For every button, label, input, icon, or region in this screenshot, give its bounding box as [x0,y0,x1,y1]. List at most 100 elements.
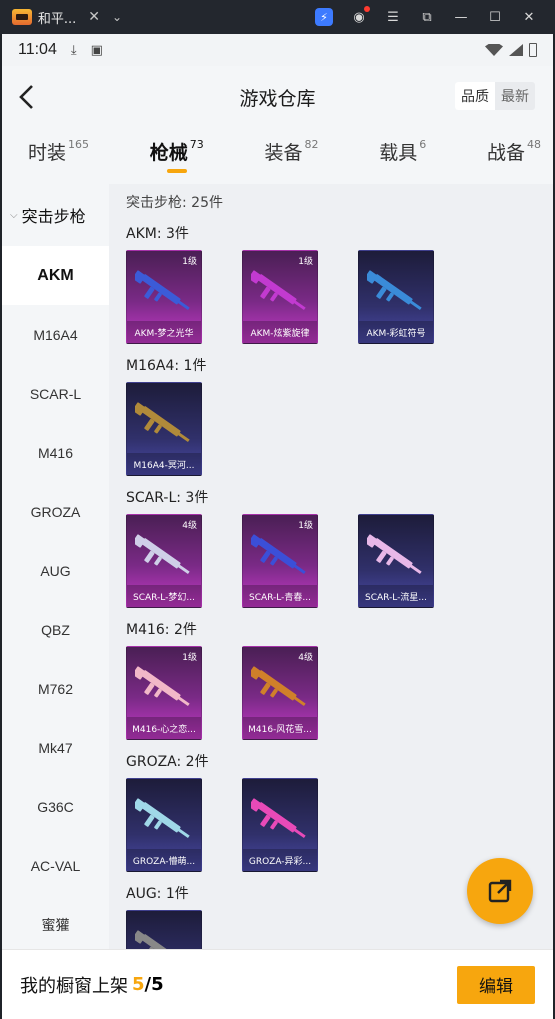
skin-card[interactable]: 1级 AKM-炫紫旋律 [242,250,318,344]
sidebar-item-ac-val[interactable]: AC-VAL [2,836,109,895]
sidebar-category[interactable]: ⌵ 突击步枪 [2,184,109,246]
tab-dropdown-icon[interactable]: ⌄ [112,10,122,24]
skin-card[interactable]: 1级 AKM-梦之光华 [126,250,202,344]
maximize-icon[interactable]: ☐ [487,9,503,25]
rifle-icon [251,534,306,575]
showcase-label: 我的橱窗上架 [20,975,128,997]
tab-label: 装备 [264,142,303,164]
phone-screen: 11:04 ⤓ ▣ 游戏仓库 品质 最新 时装 165 枪械 73 装备 82 载 [2,34,553,1019]
status-time: 11:04 [18,41,57,58]
skin-grid: M16A4-冥河... [119,378,553,484]
sidebar-item-aug[interactable]: AUG [2,541,109,600]
skin-card[interactable]: 4级 M416-风花雪... [242,646,318,740]
edit-button[interactable]: 编辑 [457,965,535,1004]
skin-level: 1级 [182,257,197,267]
skin-name: SCAR-L-流星... [359,585,433,607]
tab-label: 枪械 [149,142,188,164]
skin-level: 4级 [182,521,197,531]
showcase-current: 5 [132,974,145,995]
skin-card[interactable]: 1级 SCAR-L-青春... [242,514,318,608]
sidebar-item-akm[interactable]: AKM [2,246,109,305]
tab-fashion[interactable]: 时装 165 [28,138,89,165]
rifle-icon [135,402,190,443]
wifi-icon [485,44,503,56]
skin-name: AKM-梦之光华 [127,321,201,343]
tab-label: 战备 [486,142,525,164]
category-tabs: 时装 165 枪械 73 装备 82 载具 6 战备 48 [2,128,553,184]
sidebar-item-scar-l[interactable]: SCAR-L [2,364,109,423]
close-window-icon[interactable]: ✕ [521,9,537,25]
weapon-list: 突击步枪: 25件 AKM: 3件 1级 AKM-梦之光华 1级 AKM-炫紫旋律 AKM… [109,184,553,949]
sidebar-item-qbz[interactable]: QBZ [2,600,109,659]
tab-label: 载具 [379,142,418,164]
rifle-icon [135,798,190,839]
tab-guns[interactable]: 枪械 73 [150,138,204,173]
rifle-icon [251,798,306,839]
tab-vehicles[interactable]: 载具 6 [379,138,426,165]
skin-grid: 1级 AKM-梦之光华 1级 AKM-炫紫旋律 AKM-彩虹符号 [119,246,553,352]
sidebar-category-label: 突击步枪 [21,207,86,226]
tab-equipment[interactable]: 装备 82 [264,138,318,165]
tab-count: 6 [419,138,427,151]
skin-grid: 4级 SCAR-L-梦幻... 1级 SCAR-L-青春... SCAR-L-流星... [119,510,553,616]
status-bar: 11:04 ⤓ ▣ [2,34,553,66]
skin-level: 4级 [298,653,313,663]
tab-title: 和平... [37,11,77,27]
group-title: M16A4: 1件 [126,358,207,374]
battery-icon [529,43,537,57]
sidebar-item-m416[interactable]: M416 [2,423,109,482]
skin-card[interactable]: 1级 M416-心之恋... [126,646,202,740]
skin-card[interactable]: AKM-彩虹符号 [358,250,434,344]
tab-count: 48 [526,138,541,151]
sidebar-item-honey-badger[interactable]: 蜜獾 [2,895,109,954]
sidebar-item-groza[interactable]: GROZA [2,482,109,541]
app-tab[interactable]: 和平... ✕ [8,4,104,30]
showcase-count: 5/5 [132,974,164,995]
active-tab-indicator [166,169,187,173]
skin-name: SCAR-L-青春... [243,585,317,607]
category-summary: 突击步枪: 25件 [126,195,223,211]
close-tab-icon[interactable]: ✕ [88,9,100,25]
sidebar-item-m762[interactable]: M762 [2,659,109,718]
page-header: 游戏仓库 品质 最新 [2,66,553,128]
signal-icon [509,44,523,56]
tab-supplies[interactable]: 战备 48 [487,138,541,165]
rifle-icon [135,534,190,575]
skin-level: 1级 [298,521,313,531]
skin-level: 1级 [298,257,313,267]
skin-name: AKM-炫紫旋律 [243,321,317,343]
skin-name: SCAR-L-梦幻... [127,585,201,607]
skin-card[interactable]: GROZA-懵萌... [126,778,202,872]
sidebar-item-mk47[interactable]: Mk47 [2,718,109,777]
skin-grid: 1级 M416-心之恋... 4级 M416-风花雪... [119,642,553,748]
rifle-icon [135,270,190,311]
sort-latest-button[interactable]: 最新 [495,82,535,110]
download-icon: ⤓ [70,42,77,58]
rifle-icon [135,666,190,707]
sort-toggle: 品质 最新 [455,82,535,110]
share-button[interactable] [467,858,533,924]
group-title: SCAR-L: 3件 [126,490,209,506]
boost-icon[interactable]: ⚡ [315,8,333,26]
tab-count: 165 [68,138,90,151]
skin-card[interactable]: 4级 SCAR-L-梦幻... [126,514,202,608]
weapon-sidebar: ⌵ 突击步枪 AKM M16A4 SCAR-L M416 GROZA AUG Q… [2,184,109,949]
screenshot-icon[interactable]: ⧉ [419,9,435,25]
minimize-icon[interactable]: — [453,9,469,25]
skin-card[interactable] [126,910,202,949]
skin-card[interactable]: SCAR-L-流星... [358,514,434,608]
window-titlebar: 和平... ✕ ⌄ ⚡ ◉ ☰ ⧉ — ☐ ✕ [0,0,555,34]
skin-name: M16A4-冥河... [127,453,201,475]
sort-quality-button[interactable]: 品质 [455,82,495,110]
skin-card[interactable]: GROZA-异彩... [242,778,318,872]
sidebar-item-m16a4[interactable]: M16A4 [2,305,109,364]
skin-card[interactable]: M16A4-冥河... [126,382,202,476]
app-logo-icon [12,9,32,25]
chevron-down-icon: ⌵ [10,209,18,221]
rifle-icon [251,270,306,311]
sidebar-item-g36c[interactable]: G36C [2,777,109,836]
menu-icon[interactable]: ☰ [385,9,401,25]
group-title: GROZA: 2件 [126,754,209,770]
rifle-icon [135,930,181,949]
account-icon[interactable]: ◉ [351,6,370,25]
